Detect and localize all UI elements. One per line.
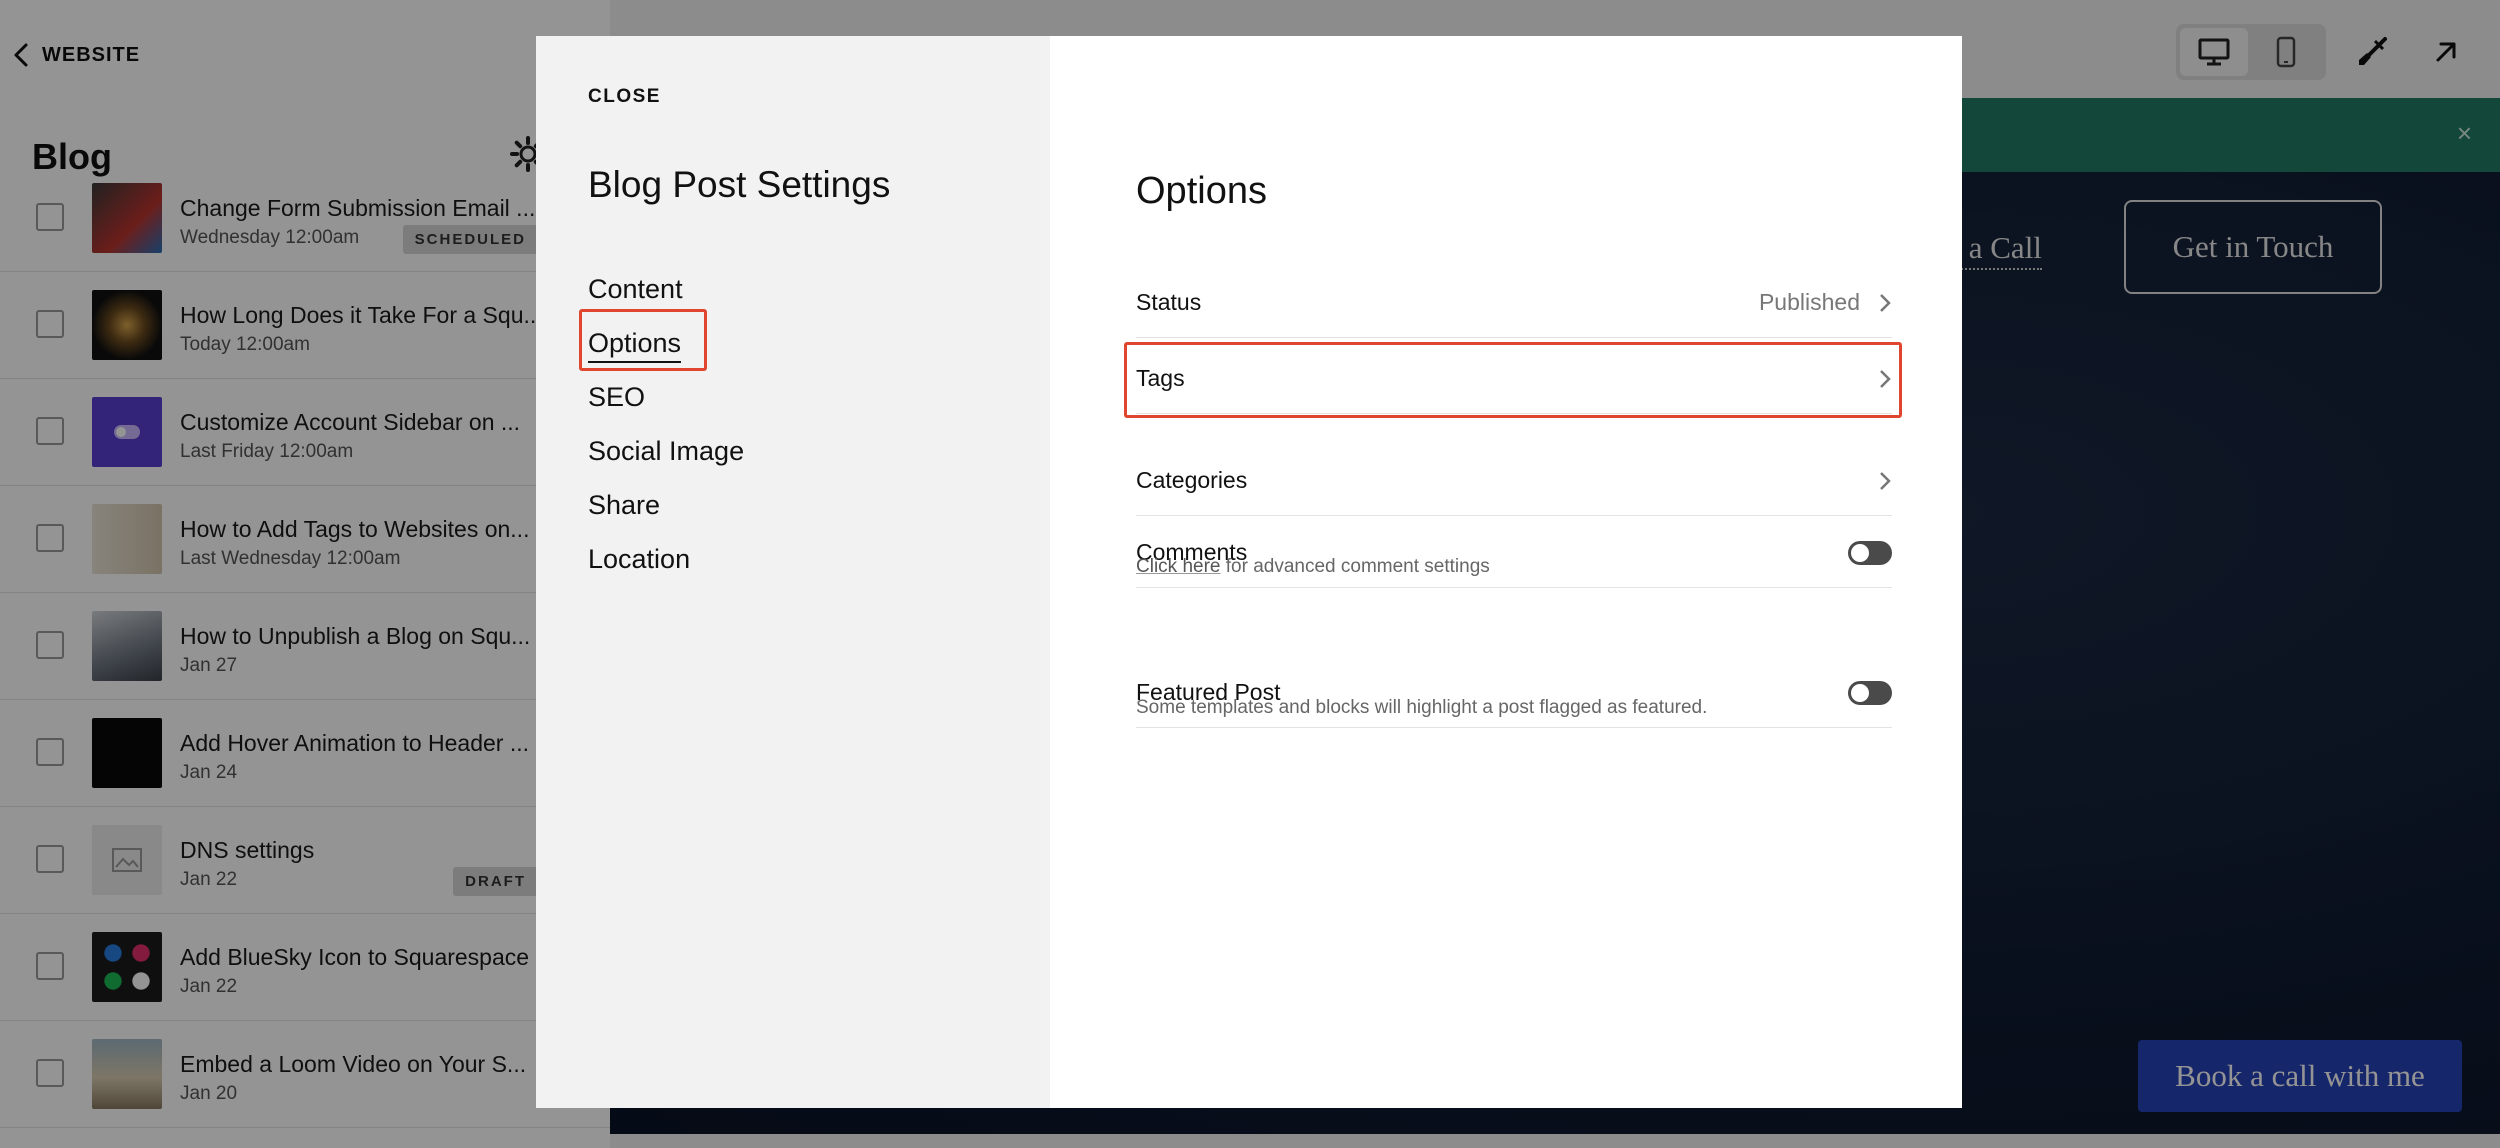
- settings-content: Options Status Published Tags Categories…: [1050, 36, 1962, 1108]
- tab-location[interactable]: Location: [588, 532, 744, 586]
- featured-toggle[interactable]: [1848, 680, 1892, 705]
- status-label: Status: [1136, 289, 1202, 315]
- section-title: Options: [1136, 170, 1267, 212]
- blog-post-settings-modal: CLOSE Blog Post Settings Content Options…: [536, 36, 1962, 1108]
- tags-label: Tags: [1136, 365, 1185, 391]
- status-value: Published: [1758, 289, 1860, 315]
- categories-label: Categories: [1136, 467, 1248, 493]
- status-row[interactable]: Status Published: [1136, 268, 1892, 338]
- comments-help-text: for advanced comment settings: [1220, 556, 1490, 577]
- chevron-right-icon: [1880, 293, 1891, 312]
- tab-seo[interactable]: SEO: [588, 370, 744, 424]
- settings-title: Blog Post Settings: [588, 164, 891, 205]
- tab-share[interactable]: Share: [588, 478, 744, 532]
- categories-row[interactable]: Categories: [1136, 446, 1892, 516]
- comments-toggle[interactable]: [1848, 540, 1892, 565]
- comments-help-link[interactable]: Click here: [1136, 556, 1220, 577]
- tab-options[interactable]: Options: [588, 316, 744, 370]
- chevron-right-icon: [1880, 471, 1891, 490]
- close-button[interactable]: CLOSE: [588, 86, 661, 108]
- comments-help: Click here for advanced comment settings: [1136, 556, 1490, 578]
- tab-content[interactable]: Content: [588, 262, 744, 316]
- tags-row[interactable]: Tags: [1136, 344, 1892, 414]
- settings-nav: Content Options SEO Social Image Share L…: [588, 262, 744, 586]
- tab-social-image[interactable]: Social Image: [588, 424, 744, 478]
- settings-sidebar: CLOSE Blog Post Settings Content Options…: [536, 36, 1050, 1108]
- featured-help: Some templates and blocks will highlight…: [1136, 697, 1708, 718]
- chevron-right-icon: [1880, 369, 1891, 388]
